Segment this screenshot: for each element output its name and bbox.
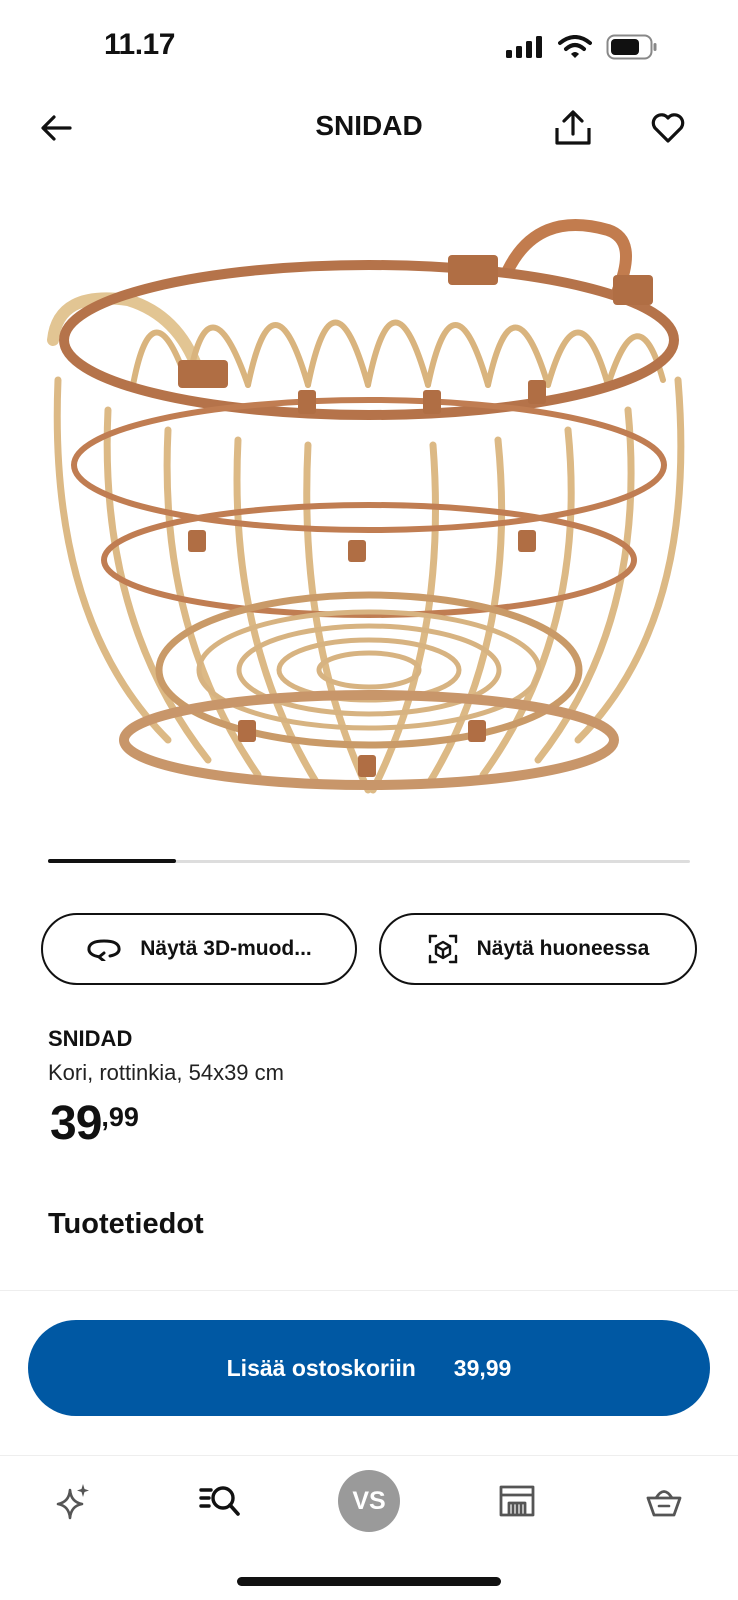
add-to-cart-label: Lisää ostoskoriin	[226, 1354, 416, 1381]
bottom-nav: VS	[0, 1456, 738, 1546]
home-indicator	[237, 1577, 501, 1586]
view-3d-label: Näytä 3D-muod...	[140, 937, 312, 960]
product-image[interactable]	[38, 200, 700, 820]
search-list-icon	[199, 1486, 240, 1516]
price-integer: 39	[50, 1097, 102, 1150]
nav-stores[interactable]	[477, 1456, 557, 1546]
page-title: SNIDAD	[315, 110, 423, 141]
ar-cube-icon	[428, 934, 457, 964]
nav-profile[interactable]: VS	[329, 1456, 409, 1546]
basket-icon	[646, 1490, 682, 1517]
share-button[interactable]	[545, 100, 601, 156]
avatar: VS	[338, 1470, 400, 1532]
status-time: 11.17	[104, 28, 175, 61]
rotate-3d-icon	[87, 939, 121, 961]
heart-icon	[651, 113, 685, 143]
favorite-button[interactable]	[640, 100, 696, 156]
product-price: 39 ,99	[50, 1096, 139, 1152]
nav-inspiration[interactable]	[33, 1456, 113, 1546]
wifi-icon	[558, 35, 592, 58]
add-to-cart-button[interactable]: Lisää ostoskoriin 39,99	[28, 1320, 710, 1416]
store-icon	[499, 1485, 535, 1517]
product-details-heading[interactable]: Tuotetiedot	[48, 1208, 204, 1241]
view-in-room-label: Näytä huoneessa	[476, 937, 650, 960]
price-decimal: ,99	[101, 1102, 139, 1132]
nav-cart[interactable]	[624, 1456, 704, 1546]
cellular-signal-icon	[506, 36, 542, 58]
view-in-room-button[interactable]: Näytä huoneessa	[379, 913, 697, 985]
share-icon	[555, 110, 591, 145]
view-3d-button[interactable]: Näytä 3D-muod...	[41, 913, 357, 985]
battery-icon	[606, 34, 657, 60]
carousel-progress	[48, 859, 177, 863]
product-description: Kori, rottinkia, 54x39 cm	[48, 1060, 284, 1085]
status-icons	[506, 34, 658, 60]
divider	[0, 1290, 738, 1291]
image-carousel-indicator	[48, 859, 690, 863]
product-name: SNIDAD	[48, 1026, 133, 1051]
sparkle-icon	[56, 1484, 89, 1520]
nav-search[interactable]	[180, 1456, 260, 1546]
add-to-cart-price: 39,99	[453, 1354, 512, 1381]
